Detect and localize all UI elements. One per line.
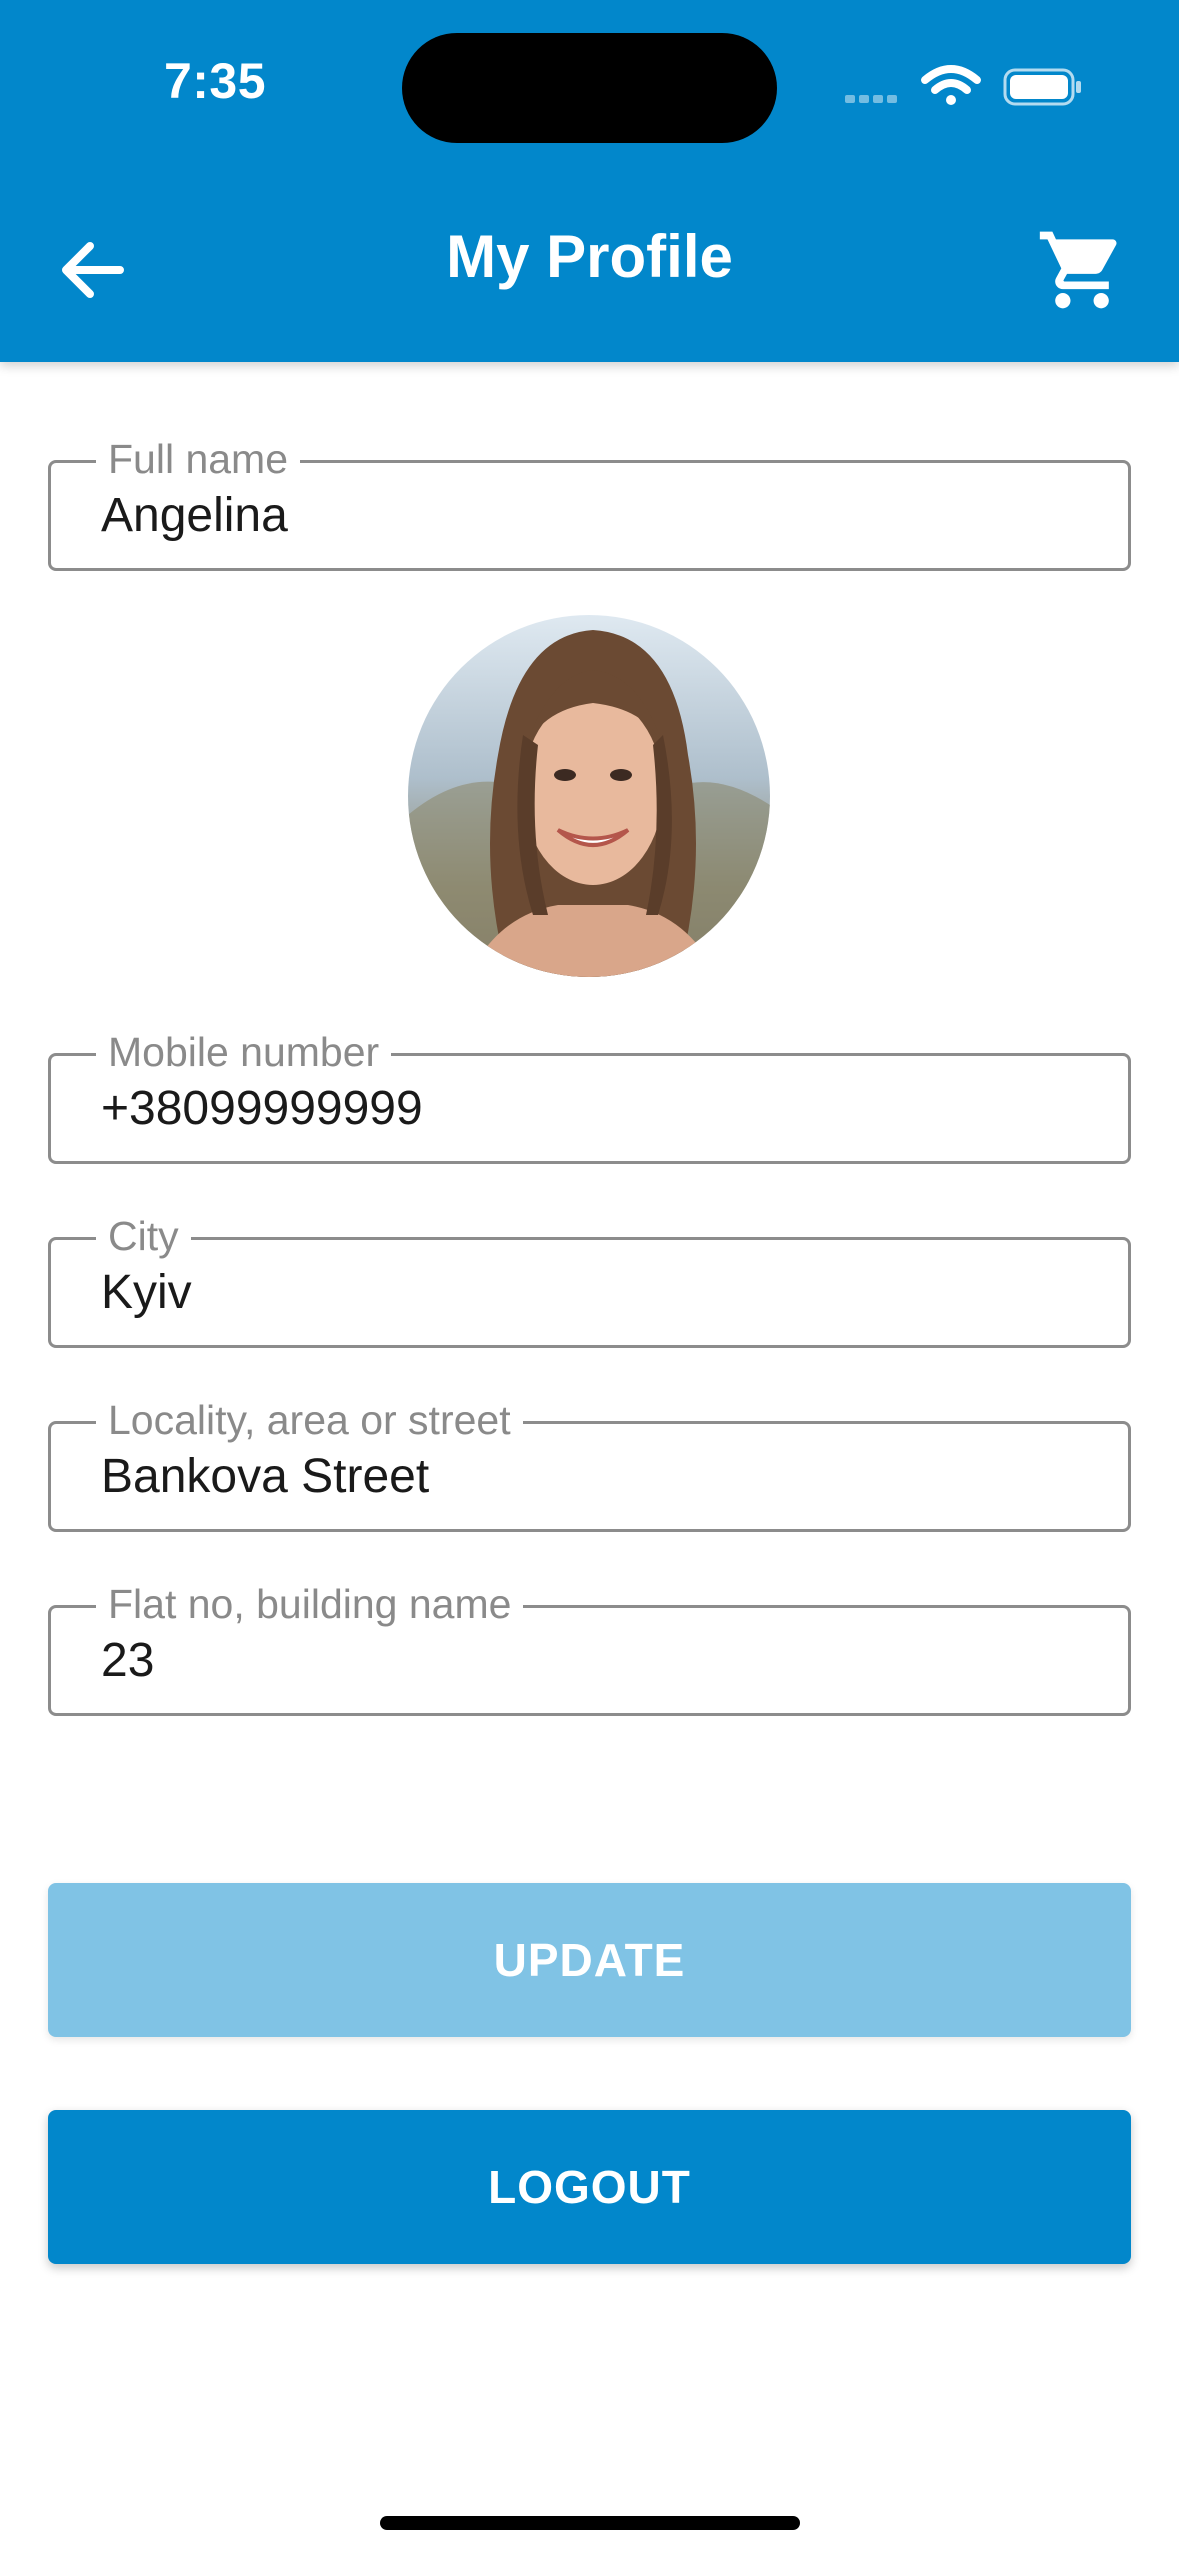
dynamic-island <box>402 33 777 143</box>
locality-input[interactable] <box>101 1446 1081 1506</box>
full-name-field[interactable]: Full name <box>48 435 1131 571</box>
mobile-number-input[interactable] <box>101 1078 1081 1138</box>
logout-button[interactable]: LOGOUT <box>48 2110 1131 2264</box>
page-title: My Profile <box>446 223 733 290</box>
wifi-icon <box>921 65 981 105</box>
avatar[interactable] <box>408 615 770 977</box>
locality-label: Locality, area or street <box>96 1396 523 1444</box>
update-button[interactable]: UPDATE <box>48 1883 1131 2037</box>
flat-label: Flat no, building name <box>96 1580 524 1628</box>
city-label: City <box>96 1212 191 1260</box>
full-name-label: Full name <box>96 435 301 483</box>
shopping-cart-icon[interactable] <box>1036 224 1128 316</box>
status-icons <box>845 65 1081 106</box>
status-time: 7:35 <box>163 53 267 109</box>
locality-field[interactable]: Locality, area or street <box>48 1396 1131 1532</box>
cellular-signal-icon <box>845 95 897 103</box>
flat-input[interactable] <box>101 1630 1081 1690</box>
home-indicator <box>380 2516 800 2530</box>
mobile-number-field[interactable]: Mobile number <box>48 1028 1131 1164</box>
battery-icon <box>1003 68 1081 106</box>
flat-field[interactable]: Flat no, building name <box>48 1580 1131 1716</box>
city-field[interactable]: City <box>48 1212 1131 1348</box>
city-input[interactable] <box>101 1262 1081 1322</box>
mobile-number-label: Mobile number <box>96 1028 392 1076</box>
full-name-input[interactable] <box>101 485 1081 545</box>
profile-photo <box>408 630 770 977</box>
app-bar: 7:35 My Profile <box>0 0 1179 362</box>
